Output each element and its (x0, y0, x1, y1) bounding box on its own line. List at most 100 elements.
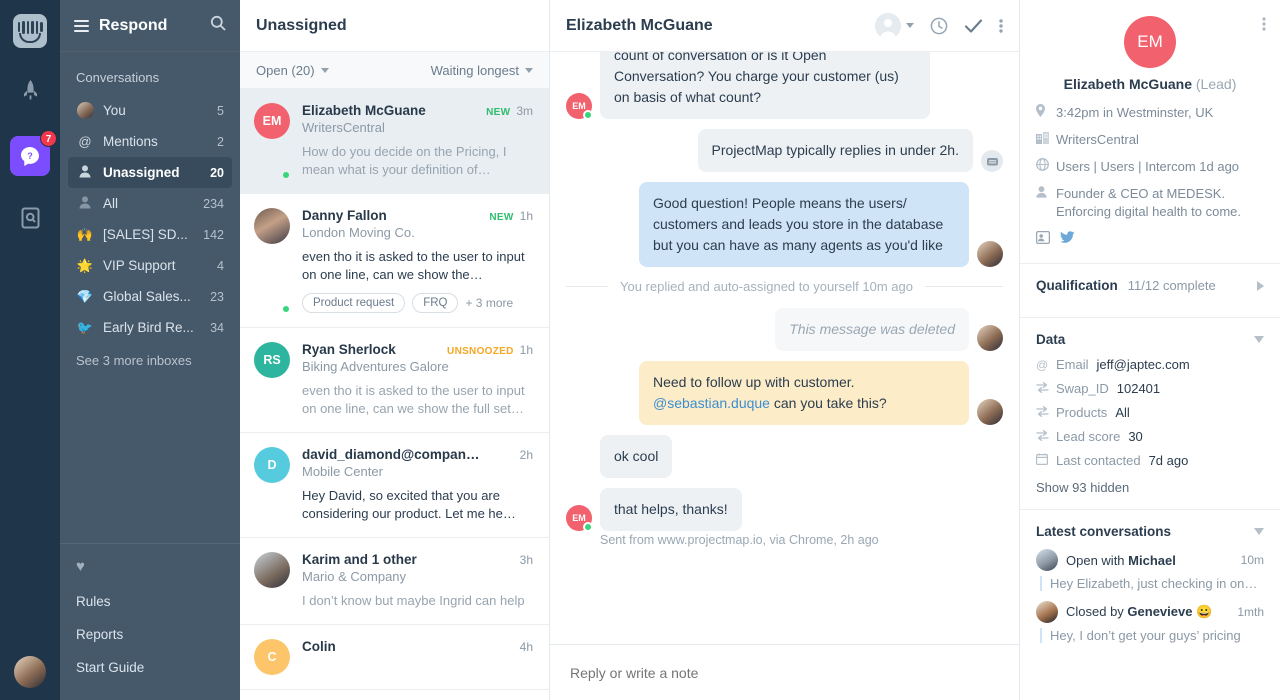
bird-icon: 🐦 (76, 320, 94, 335)
sidebar-item-label: VIP Support (103, 258, 176, 273)
sidebar-item-sales-sd[interactable]: 🙌 [SALES] SD... 142 (68, 219, 232, 250)
snooze-button[interactable] (930, 17, 948, 35)
mention-link[interactable]: @sebastian.duque (653, 395, 770, 411)
contact-card-icon[interactable] (1035, 230, 1051, 249)
nav-footer-item-rules[interactable]: Rules (76, 585, 224, 618)
conversation-preview: even tho it is asked to the user to inpu… (302, 383, 525, 416)
chevron-down-icon (525, 67, 533, 73)
latest-conversation-item[interactable]: Closed by Genevieve 😀 1mth Hey, I don’t … (1036, 601, 1264, 643)
twitter-icon[interactable] (1060, 231, 1075, 249)
conversation-list-item[interactable]: D david_diamond@compan… 2h Mobile Center… (240, 433, 549, 538)
triangle-right-icon[interactable] (1257, 280, 1264, 291)
conversation-tags: Product request FRQ + 3 more (302, 293, 533, 313)
hamburger-icon[interactable] (74, 17, 89, 35)
conversation-time: 1h (519, 209, 533, 223)
latest-conversation-item[interactable]: Open with Michael 10m Hey Elizabeth, jus… (1036, 549, 1264, 591)
contact-socials (1035, 230, 1264, 249)
data-row-lead-score[interactable]: Lead score 30 (1036, 429, 1264, 444)
sidebar-item-count: 5 (217, 103, 224, 118)
conversation-name: Danny Fallon (302, 208, 387, 223)
data-row-products[interactable]: Products All (1036, 405, 1264, 420)
sidebar-item-vip-support[interactable]: 🌟 VIP Support 4 (68, 250, 232, 281)
chevron-down-icon (320, 67, 329, 73)
conversation-preview: even tho it is asked to the user to inpu… (302, 249, 525, 282)
conversation-list-item[interactable]: C Colin 4h (240, 625, 549, 690)
sidebar-item-count: 23 (210, 289, 224, 304)
sidebar-item-global-sales[interactable]: 💎 Global Sales... 23 (68, 281, 232, 312)
rocket-icon[interactable] (10, 70, 50, 110)
search-icon[interactable] (210, 15, 226, 36)
lc-prefix: Open with (1066, 552, 1129, 568)
messenger-unread-badge: 7 (40, 130, 57, 147)
nav-footer-item-start-guide[interactable]: Start Guide (76, 651, 224, 684)
avatar-initials: EM (1124, 16, 1176, 68)
conversation-list-item[interactable]: Karim and 1 other 3h Mario & Company I d… (240, 538, 549, 625)
conversation-company: London Moving Co. (302, 225, 415, 240)
lc-who: Michael (1128, 552, 1176, 568)
composer[interactable] (550, 644, 1019, 700)
messenger-icon[interactable]: 7 ? (10, 130, 57, 176)
nav-footer-item-reports[interactable]: Reports (76, 618, 224, 651)
conversation-preview: Hey David, so excited that you are consi… (302, 488, 516, 521)
conversation-time: 3m (516, 104, 533, 118)
triangle-down-icon[interactable] (1254, 336, 1264, 343)
conversation-thread: Elizabeth McGuane EM count of conversati… (550, 0, 1020, 700)
message-row-incoming: ok cool (566, 435, 1003, 478)
reply-input[interactable] (570, 664, 999, 681)
see-more-inboxes-link[interactable]: See 3 more inboxes (60, 343, 240, 378)
data-row-swap-id[interactable]: Swap_ID 102401 (1036, 381, 1264, 396)
avatar (977, 325, 1003, 351)
message-row-outgoing: Good question! People means the users/ c… (566, 182, 1003, 267)
conversation-time: 1h (519, 343, 533, 357)
more-options-button[interactable] (999, 18, 1003, 34)
data-row-email[interactable]: @ Email jeff@japtec.com (1036, 357, 1264, 372)
message-bubble: that helps, thanks! (600, 488, 742, 531)
tag-pill[interactable]: FRQ (412, 293, 459, 313)
data-key: Products (1056, 405, 1108, 420)
sidebar-item-you[interactable]: You 5 (68, 95, 232, 126)
show-hidden-attributes-link[interactable]: Show 93 hidden (1036, 480, 1264, 495)
latest-conversation-preview: Hey Elizabeth, just checking in on… (1040, 576, 1264, 591)
avatar-initials: C (254, 639, 290, 675)
close-conversation-button[interactable] (964, 17, 983, 35)
conversation-preview: How do you decide on the Pricing, I mean… (302, 144, 507, 177)
sidebar-item-early-bird[interactable]: 🐦 Early Bird Re... 34 (68, 312, 232, 343)
triangle-down-icon[interactable] (1254, 528, 1264, 535)
person-icon (1036, 185, 1056, 203)
latest-conversation-preview: Hey, I don’t get your guys’ pricing (1040, 628, 1264, 643)
conversation-company: Mobile Center (302, 464, 383, 479)
data-row-last-contacted[interactable]: Last contacted 7d ago (1036, 453, 1264, 468)
user-avatar-icon (76, 102, 94, 119)
conversation-list-item[interactable]: Danny Fallon NEW 1h London Moving Co. ev… (240, 194, 549, 328)
qualification-progress: 11/12 complete (1127, 278, 1216, 293)
sort-filter-dropdown[interactable]: Waiting longest (431, 63, 533, 78)
more-tags-label[interactable]: + 3 more (465, 296, 513, 310)
assignee-selector[interactable] (875, 12, 914, 39)
sidebar-item-unassigned[interactable]: Unassigned 20 (68, 157, 232, 188)
at-sign-icon: @ (78, 134, 92, 149)
sidebar-item-count: 234 (203, 196, 224, 211)
conversation-list-item[interactable]: RS Ryan Sherlock UNSNOOZED 1h Biking Adv… (240, 328, 549, 433)
current-user-avatar[interactable] (14, 656, 46, 688)
message-row-incoming: EM that helps, thanks! (566, 488, 1003, 532)
sidebar-item-all[interactable]: All 234 (68, 188, 232, 219)
sidebar-item-mentions[interactable]: @ Mentions 2 (68, 126, 232, 157)
status-badge: NEW (489, 212, 514, 223)
grinning-face-icon: 😀 (1196, 604, 1213, 619)
conversation-list-item[interactable]: EM Elizabeth McGuane NEW 3m WritersCentr… (240, 89, 549, 194)
message-row-incoming: EM count of conversation or is it Open C… (566, 52, 1003, 120)
message-row-bot: ProjectMap typically replies in under 2h… (566, 129, 1003, 172)
avatar: RS (254, 342, 290, 418)
status-badge: NEW (486, 107, 511, 118)
message-row-note: Need to follow up with customer. @sebast… (566, 361, 1003, 425)
nav-section-label: Conversations (76, 70, 160, 85)
status-filter-label: Open (20) (256, 62, 315, 78)
tag-pill[interactable]: Product request (302, 293, 406, 313)
swap-icon (1036, 381, 1056, 396)
raised-hands-icon: 🙌 (76, 227, 94, 242)
intercom-logo-icon[interactable] (13, 14, 47, 48)
conversation-name: Karim and 1 other (302, 552, 417, 567)
status-filter-dropdown[interactable]: Open (20) (256, 63, 329, 78)
articles-search-icon[interactable] (10, 198, 50, 238)
contact-name-text: Elizabeth McGuane (1063, 76, 1192, 92)
